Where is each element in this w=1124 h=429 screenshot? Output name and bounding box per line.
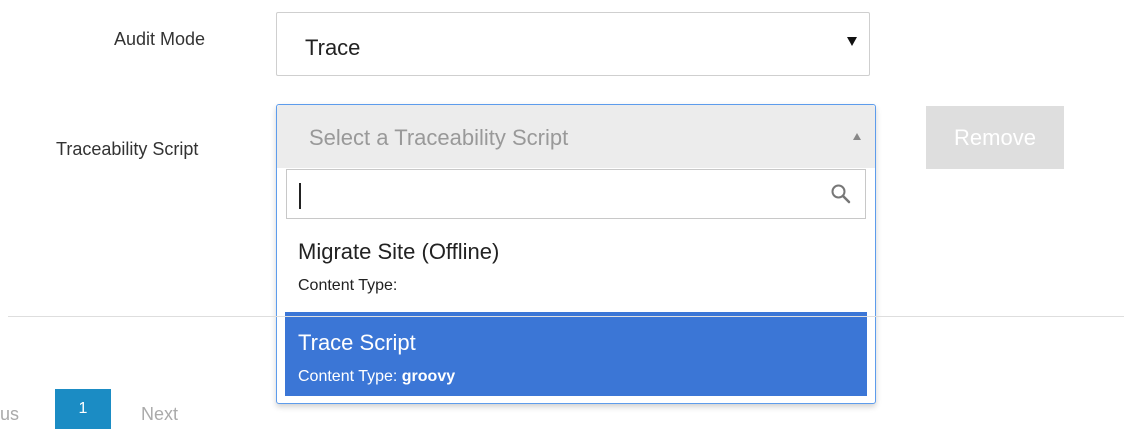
content-type-label: Content Type: xyxy=(298,368,398,385)
dropdown-option-migrate-site[interactable]: Migrate Site (Offline) Content Type: xyxy=(285,221,867,305)
dropdown-option-trace-script[interactable]: Trace Script Content Type: groovy xyxy=(285,312,867,396)
audit-mode-label: Audit Mode xyxy=(114,29,206,49)
traceability-script-select[interactable]: Select a Traceability Script xyxy=(277,105,875,168)
option-title: Migrate Site (Offline) xyxy=(298,239,500,264)
traceability-script-dropdown[interactable]: Select a Traceability Script Migrate Sit… xyxy=(276,104,876,404)
chevron-up-icon xyxy=(853,133,861,140)
audit-mode-value: Trace xyxy=(305,35,361,60)
audit-mode-select[interactable]: Trace xyxy=(276,12,870,76)
pagination-previous[interactable]: us xyxy=(0,404,19,425)
option-content-type: Content Type: xyxy=(298,277,397,295)
search-icon xyxy=(831,184,851,204)
content-type-label: Content Type: xyxy=(298,277,398,294)
text-cursor xyxy=(299,183,301,209)
pagination-next[interactable]: Next xyxy=(141,404,178,425)
traceability-script-label: Traceability Script xyxy=(56,139,199,159)
pagination-page-1[interactable]: 1 xyxy=(55,389,111,429)
traceability-script-placeholder: Select a Traceability Script xyxy=(309,125,569,150)
chevron-down-icon xyxy=(847,37,857,46)
option-content-type: Content Type: groovy xyxy=(298,368,455,386)
divider xyxy=(8,316,1124,317)
remove-button[interactable]: Remove xyxy=(926,106,1064,169)
dropdown-search-input[interactable] xyxy=(286,169,866,219)
content-type-value: groovy xyxy=(401,368,456,385)
option-title: Trace Script xyxy=(298,330,416,355)
